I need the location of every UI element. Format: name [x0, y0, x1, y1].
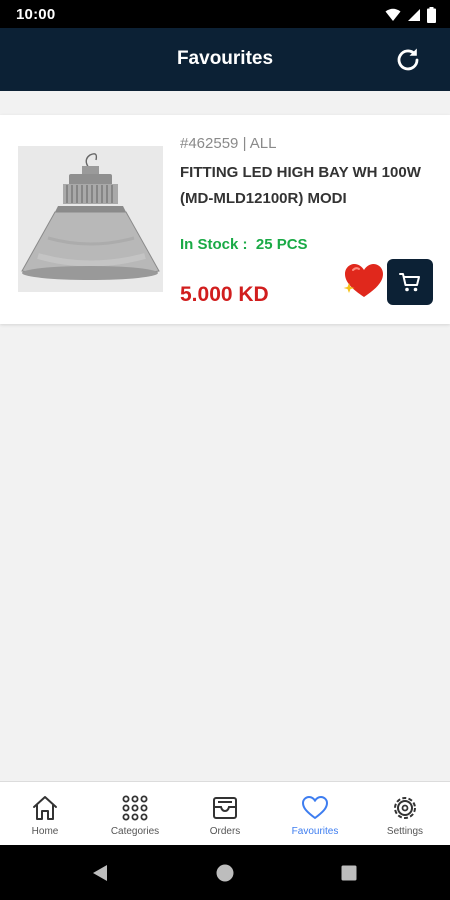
wifi-icon: [385, 8, 401, 21]
product-price: 5.000 KD: [180, 283, 269, 306]
nav-favourites[interactable]: Favourites: [270, 782, 360, 846]
home-circle-icon[interactable]: [216, 864, 234, 882]
stock-label: In Stock :: [180, 236, 248, 253]
heart-outline-icon: [302, 796, 328, 819]
orders-icon: [213, 797, 237, 819]
status-bar: 10:00: [0, 0, 450, 28]
product-name[interactable]: FITTING LED HIGH BAY WH 100W (MD-MLD1210…: [180, 160, 440, 212]
recents-square-icon[interactable]: [341, 865, 357, 881]
refresh-icon[interactable]: [394, 46, 422, 74]
stock-quantity: 25 PCS: [255, 236, 308, 253]
nav-categories-label: Categories: [110, 826, 160, 837]
system-navigation-bar: [0, 845, 450, 900]
favourite-heart-icon[interactable]: [343, 262, 383, 300]
nav-settings-label: Settings: [386, 826, 424, 837]
gear-icon: [394, 797, 416, 819]
battery-icon: [427, 7, 436, 23]
back-icon[interactable]: [92, 864, 108, 882]
app-bar: Favourites: [0, 28, 450, 91]
add-to-cart-button[interactable]: [387, 259, 433, 305]
bottom-navigation: Home Categories Orders Favourites Settin…: [0, 781, 450, 846]
home-icon: [33, 796, 57, 820]
status-time: 10:00: [16, 6, 56, 23]
product-image: [18, 146, 163, 292]
nav-home-label: Home: [31, 826, 59, 837]
status-icons: [385, 6, 436, 24]
nav-categories[interactable]: Categories: [90, 782, 180, 846]
signal-icon: [408, 9, 420, 21]
nav-settings[interactable]: Settings: [360, 782, 450, 846]
nav-orders-label: Orders: [209, 826, 241, 837]
nav-home[interactable]: Home: [0, 782, 90, 846]
stock-status: In Stock : 25 PCS: [180, 236, 308, 253]
product-code: #462559 | ALL: [180, 135, 277, 152]
nav-orders[interactable]: Orders: [180, 782, 270, 846]
nav-favourites-label: Favourites: [291, 826, 339, 837]
grid-icon: [122, 795, 148, 821]
page-title: Favourites: [176, 48, 274, 69]
cart-icon: [399, 273, 420, 292]
